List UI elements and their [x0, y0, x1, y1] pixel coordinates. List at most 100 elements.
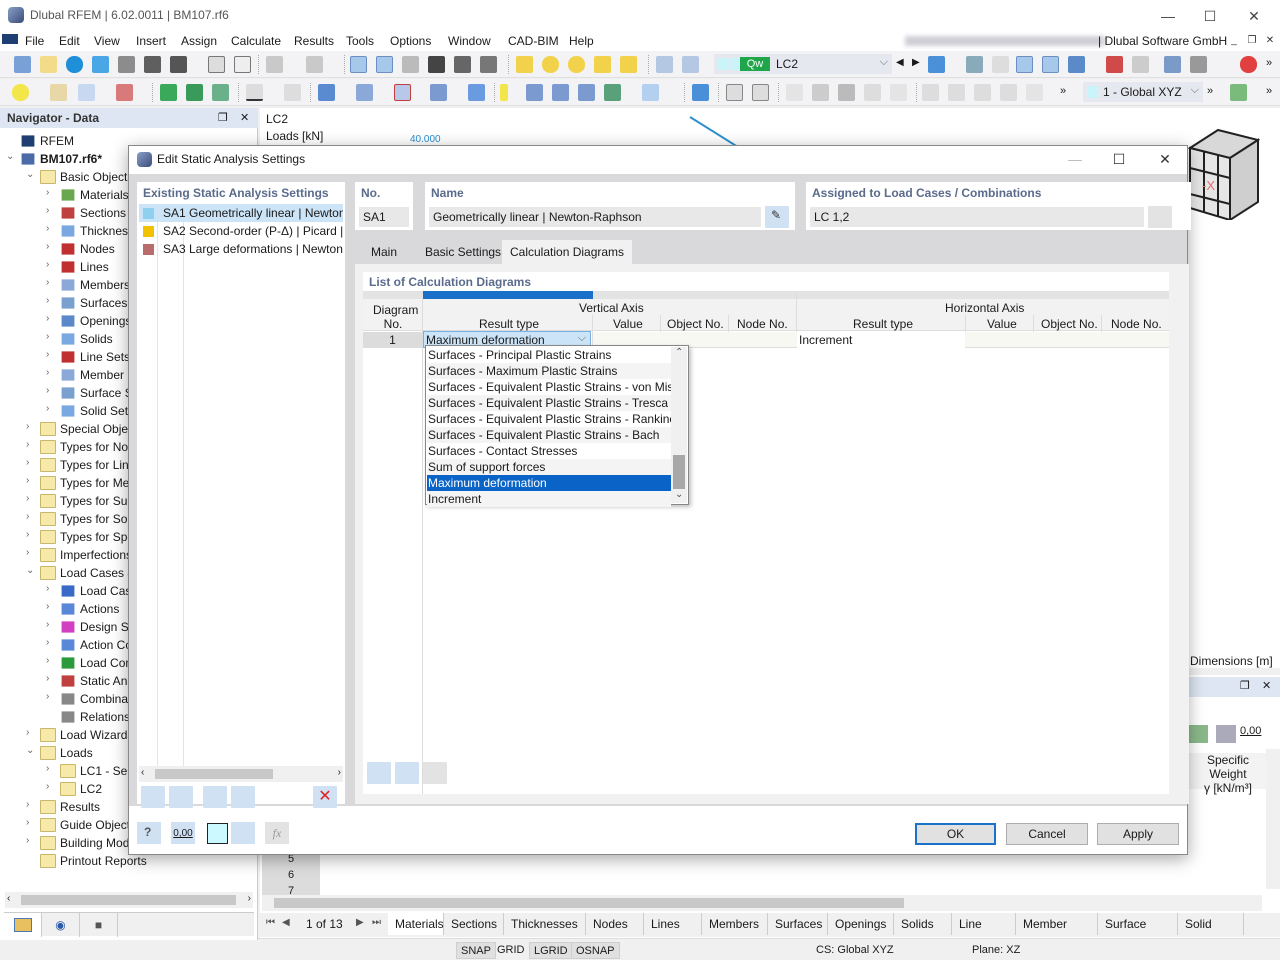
line-view-icon[interactable] — [890, 84, 907, 101]
restore-icon[interactable]: ❐ — [1240, 679, 1250, 692]
tab-basic-settings[interactable]: Basic Settings — [417, 240, 509, 264]
chevron-right-icon[interactable]: › — [26, 547, 36, 558]
scroll-up-icon[interactable]: ⌃ — [675, 347, 683, 358]
dialog-minimize-button[interactable]: — — [1053, 148, 1097, 170]
navigator-display-tab[interactable]: ◉ — [42, 913, 80, 937]
reactions-icon[interactable] — [864, 84, 881, 101]
chevron-right-icon[interactable]: › — [46, 241, 56, 252]
save-icon[interactable] — [144, 56, 161, 73]
scroll-left-icon[interactable]: ‹ — [7, 893, 10, 904]
settings-list-item[interactable]: SA1Geometrically linear | Newton-Raphson — [139, 204, 343, 222]
chevron-down-icon[interactable]: ⌄ — [6, 151, 16, 162]
chevron-down-icon[interactable]: ⌄ — [26, 565, 36, 576]
apply-button[interactable]: Apply — [1097, 823, 1179, 845]
menu-insert[interactable]: Insert — [136, 34, 166, 48]
scroll-down-icon[interactable]: ⌄ — [675, 489, 683, 500]
show-loads-icon[interactable] — [1016, 56, 1033, 73]
script-icon[interactable] — [454, 56, 471, 73]
new-surface-icon[interactable] — [318, 84, 335, 101]
sheet-tab[interactable]: Members — [702, 913, 768, 935]
previous-load-case-icon[interactable]: ◀ — [896, 57, 904, 68]
tables-toggle-icon[interactable] — [376, 56, 393, 73]
sheet-tab[interactable]: Thicknesses — [504, 913, 586, 935]
data-icon[interactable] — [480, 56, 497, 73]
menu-window[interactable]: Window — [448, 34, 491, 48]
delete-setting-button[interactable]: ✕ — [313, 786, 337, 808]
frame-icon[interactable] — [726, 84, 743, 101]
chevron-right-icon[interactable]: › — [26, 457, 36, 468]
report-icon[interactable] — [234, 56, 251, 73]
scroll-right-icon[interactable]: › — [248, 893, 251, 904]
close-icon[interactable]: ✕ — [240, 111, 249, 124]
grid-toggle[interactable]: GRID — [493, 942, 529, 959]
new-node-icon[interactable] — [12, 84, 29, 101]
navigator-views-tab[interactable]: ■ — [80, 913, 118, 937]
new-window-icon[interactable] — [468, 84, 485, 101]
chevron-right-icon[interactable]: › — [46, 583, 56, 594]
close-icon[interactable]: ✕ — [1262, 679, 1271, 692]
mdi-close-button[interactable]: ✕ — [1262, 33, 1278, 49]
dropdown-scrollbar[interactable]: ⌃ ⌄ — [671, 347, 687, 503]
sheet-tab[interactable]: Openings — [828, 913, 894, 935]
nodal-load-icon[interactable] — [500, 84, 508, 101]
chevron-right-icon[interactable]: › — [46, 367, 56, 378]
check-all-button[interactable] — [203, 786, 227, 808]
cancel-button[interactable]: Cancel — [1006, 823, 1088, 845]
insert-diagram-button[interactable] — [395, 762, 419, 784]
scroll-right-icon[interactable]: › — [338, 767, 341, 778]
column-header-specific-weight[interactable]: Specific Weight γ [kN/m³] — [1188, 753, 1268, 795]
menu-calculate[interactable]: Calculate — [231, 34, 281, 48]
menu-results[interactable]: Results — [294, 34, 334, 48]
menu-edit[interactable]: Edit — [59, 34, 80, 48]
tab-main[interactable]: Main — [363, 240, 405, 264]
dropdown-option[interactable]: Surfaces - Equivalent Plastic Strains - … — [427, 411, 676, 427]
web-service-icon[interactable] — [92, 56, 109, 73]
restore-icon[interactable]: ❐ — [218, 111, 228, 124]
previous-page-icon[interactable]: ◀ — [282, 917, 290, 928]
chevron-right-icon[interactable]: › — [46, 331, 56, 342]
imperfection-icon[interactable] — [604, 84, 621, 101]
chevron-right-icon[interactable]: › — [46, 637, 56, 648]
sheet-tab[interactable]: Surface Sets — [1098, 913, 1178, 953]
horizontal-result-type-cell[interactable]: Increment — [797, 332, 965, 348]
dropdown-option[interactable]: Surfaces - Principal Plastic Strains — [427, 347, 671, 363]
osnap-toggle[interactable]: OSNAP — [571, 942, 620, 959]
chevron-right-icon[interactable]: › — [26, 493, 36, 504]
menu-assign[interactable]: Assign — [181, 34, 217, 48]
dropdown-option[interactable]: Surfaces - Equivalent Plastic Strains - … — [427, 395, 671, 411]
new-model-icon[interactable] — [14, 56, 31, 73]
chevron-right-icon[interactable]: › — [46, 619, 56, 630]
select-special-icon[interactable] — [620, 56, 637, 73]
chevron-right-icon[interactable]: › — [46, 295, 56, 306]
last-page-icon[interactable]: ⏭ — [372, 917, 381, 928]
dropdown-option[interactable]: Increment — [427, 491, 671, 507]
select-ring-icon[interactable] — [568, 56, 585, 73]
navigator-horizontal-scrollbar[interactable]: ‹ › — [5, 892, 253, 908]
settings-list-item[interactable]: SA2Second-order (P-Δ) | Picard | 100 — [139, 222, 343, 240]
chevron-right-icon[interactable]: › — [46, 655, 56, 666]
maximize-button[interactable]: ☐ — [1188, 4, 1232, 28]
dropdown-option[interactable]: Sum of support forces — [427, 459, 671, 475]
result-settings-icon[interactable] — [1164, 56, 1181, 73]
table-settings-icon[interactable] — [1230, 84, 1247, 101]
surface-load-icon[interactable] — [578, 84, 595, 101]
menu-cad-bim[interactable]: CAD-BIM — [508, 34, 559, 48]
scrollbar-thumb[interactable] — [155, 769, 273, 779]
toolbar-overflow-icon[interactable]: » — [1266, 57, 1272, 69]
new-support-icon[interactable] — [160, 84, 177, 101]
formula-button[interactable]: fx — [265, 822, 289, 844]
section-cut-4-icon[interactable] — [1000, 84, 1017, 101]
chevron-right-icon[interactable]: › — [46, 349, 56, 360]
chevron-right-icon[interactable]: › — [46, 781, 56, 792]
chevron-down-icon[interactable]: ⌄ — [26, 169, 36, 180]
toolbar-overflow-icon[interactable]: » — [1060, 85, 1066, 97]
navigator-data-tab[interactable] — [4, 913, 42, 937]
chevron-right-icon[interactable]: › — [46, 277, 56, 288]
chevron-right-icon[interactable]: › — [46, 691, 56, 702]
new-member-icon[interactable] — [78, 84, 95, 101]
chevron-right-icon[interactable]: › — [46, 673, 56, 684]
tab-calculation-diagrams[interactable]: Calculation Diagrams — [502, 240, 633, 264]
sheet-tab[interactable]: Materials — [388, 913, 444, 935]
check-toggle-button[interactable] — [231, 786, 255, 808]
scrollbar-thumb[interactable] — [274, 898, 904, 908]
